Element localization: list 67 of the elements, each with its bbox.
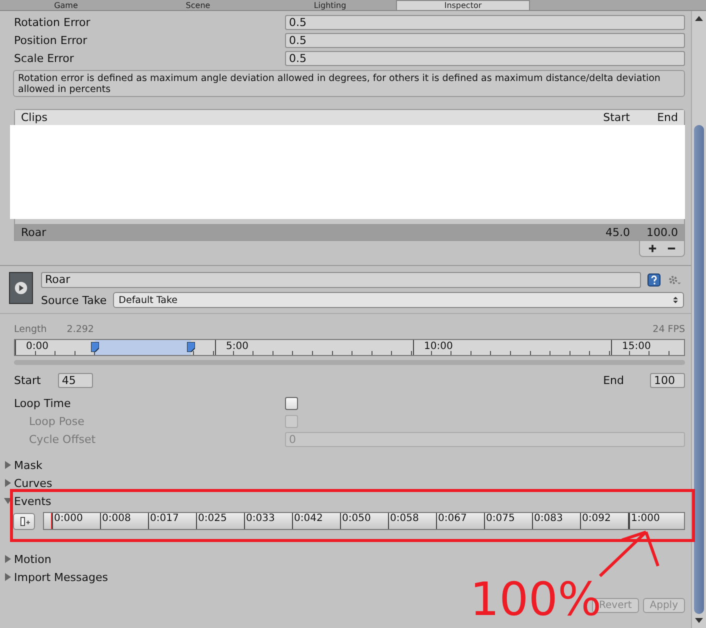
scrollbar[interactable] [14,360,685,365]
input-field[interactable]: 0.5 [285,50,685,66]
play-button[interactable] [9,272,33,304]
play-icon [14,281,28,295]
help-box: Rotation error is defined as maximum angle deviation allowed in degrees, for others it is defined as maximum distance/delta deviation allowed in percents [13,70,685,97]
time-label: 0:042 [292,513,340,529]
start-field[interactable]: 45 [58,373,93,388]
end-field[interactable]: 100 [650,373,685,388]
settings-icon[interactable] [667,274,681,286]
add-event-button[interactable] [13,512,35,530]
field-label: Cycle Offset [28,432,97,446]
time-label: 10:00 [413,340,611,355]
section-label[interactable]: Curves [14,476,52,490]
add-event-icon [18,516,30,526]
time-label: 0:017 [148,513,196,529]
time-label: 0:092 [580,513,628,529]
tab[interactable]: Scene [132,1,264,10]
fps-label: 24 FPS [652,324,685,336]
time-label: 0:058 [388,513,436,529]
time-label: 0:033 [244,513,292,529]
section-label[interactable]: Mask [14,458,42,472]
time-label: 0:025 [196,513,244,529]
section-label[interactable]: Import Messages [14,570,108,584]
time-label: 0:00 [15,340,215,355]
timeline-ruler[interactable]: 0:00 5:00 10:00 15:00 [14,339,685,356]
time-label: 0:050 [340,513,388,529]
field-label: Loop Time [14,396,72,410]
time-label: 1:000 [628,513,660,529]
tab[interactable]: Game [0,1,132,10]
field-label: Rotation Error [14,16,92,28]
input-field[interactable]: 0.5 [285,32,685,48]
time-label: 0:000 [52,513,100,529]
up-arrow-icon[interactable] [695,15,703,21]
column-header: End [656,111,678,124]
field-label: Position Error [14,34,88,46]
time-label: 5:00 [215,340,413,355]
start-marker-icon[interactable] [91,342,99,352]
field-label: End [603,374,624,387]
tab[interactable]: Lighting [264,1,396,10]
input-field[interactable]: 0.5 [285,14,685,30]
length-label: Length [14,324,47,336]
time-label: 0:083 [532,513,580,529]
section-label[interactable]: Motion [14,552,52,566]
help-icon[interactable] [647,273,661,287]
end-marker-icon[interactable] [187,342,195,352]
source-take-dropdown[interactable]: Default Take [112,292,684,308]
time-label: 15:00 [611,340,684,355]
length-value: 2.292 [66,324,94,336]
field-label: Source Take [41,294,107,306]
event-ruler[interactable]: 0:000 0:008 0:017 0:025 0:033 0:042 0:050 0:058 0:067 0:075 0:083 0:092 1:000 [43,512,685,530]
scrollbar[interactable] [691,11,706,628]
clip-row[interactable]: Roar 45.0 100.0 [15,224,684,240]
section-label[interactable]: Events [14,494,52,508]
field-label: Loop Pose [28,414,86,428]
updown-icon [673,296,678,304]
down-arrow-icon[interactable] [695,618,703,624]
column-header: Clips [21,111,49,124]
name-field[interactable]: Roar [41,272,641,288]
time-label: 0:008 [100,513,148,529]
time-label: 0:067 [436,513,484,529]
plus-icon[interactable] [648,244,657,253]
tab[interactable]: Inspector [396,0,530,10]
checkbox[interactable] [285,396,298,410]
field-label: Start [14,374,41,387]
column-header: Start [602,111,630,124]
time-label: 0:075 [484,513,532,529]
field-label: Scale Error [14,52,75,64]
